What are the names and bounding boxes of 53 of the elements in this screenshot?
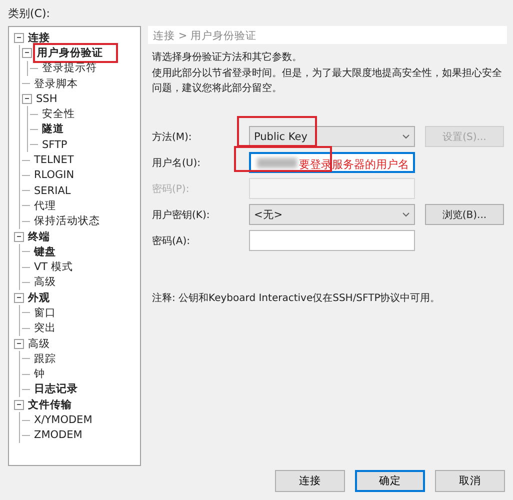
tree-item[interactable]: SSH xyxy=(36,92,58,105)
tree-item[interactable]: 高级 xyxy=(34,275,56,290)
tree-item[interactable]: 安全性 xyxy=(42,107,75,122)
tree-item[interactable]: X/YMODEM xyxy=(34,414,92,426)
dialog-button[interactable]: 确定 xyxy=(355,470,425,492)
tree-item[interactable]: 高级 xyxy=(28,336,50,351)
collapse-icon[interactable] xyxy=(22,94,32,104)
intro-text: 请选择身份验证方法和其它参数。 xyxy=(152,50,303,65)
tree-item[interactable]: RLOGIN xyxy=(34,169,74,182)
dialog-button[interactable]: 取消 xyxy=(435,470,505,492)
field-label: 用户密钥(K): xyxy=(152,208,211,222)
collapse-icon[interactable] xyxy=(14,400,24,410)
dropdown[interactable]: Public Key xyxy=(249,126,415,147)
tree-item[interactable]: 隧道 xyxy=(42,122,64,136)
side-button[interactable]: 浏览(B)... xyxy=(425,204,504,225)
tree-item[interactable]: 日志记录 xyxy=(34,382,78,396)
field-label: 密码(P): xyxy=(152,182,190,196)
collapse-icon[interactable] xyxy=(14,232,24,242)
tree-item[interactable]: 保持活动状态 xyxy=(34,214,100,228)
category-label: 类别(C): xyxy=(8,6,51,21)
chevron-down-icon xyxy=(402,134,410,139)
tree-item[interactable]: 用户身份验证 xyxy=(36,46,115,60)
field-label: 密码(A): xyxy=(152,234,192,248)
collapse-icon[interactable] xyxy=(14,292,24,303)
collapse-icon[interactable] xyxy=(14,338,24,349)
tree-item[interactable]: 登录脚本 xyxy=(34,76,78,91)
tree-item[interactable]: 登录提示符 xyxy=(42,61,97,76)
collapse-icon[interactable] xyxy=(14,32,24,43)
tree-item[interactable]: ZMODEM xyxy=(34,429,82,442)
tree-item[interactable]: 突出 xyxy=(34,321,56,336)
tree-item[interactable]: 钟 xyxy=(34,367,45,382)
tree-item[interactable]: 外观 xyxy=(28,290,50,305)
dropdown[interactable]: <无> xyxy=(249,204,415,225)
input-field[interactable] xyxy=(249,230,415,251)
tree-item[interactable]: TELNET xyxy=(34,154,74,166)
collapse-icon[interactable] xyxy=(22,48,32,58)
tree-item[interactable]: VT 模式 xyxy=(34,260,73,274)
dialog-button[interactable]: 连接 xyxy=(275,470,345,492)
breadcrumb: 连接 > 用户身份验证 xyxy=(148,26,507,44)
tree-item[interactable]: 文件传输 xyxy=(28,398,72,412)
tree-item[interactable]: 终端 xyxy=(28,230,50,244)
tree-item[interactable]: 代理 xyxy=(34,198,56,213)
field-label: 用户名(U): xyxy=(152,156,202,170)
field-label: 方法(M): xyxy=(152,130,193,144)
tree-item[interactable]: SERIAL xyxy=(34,184,71,197)
chevron-down-icon xyxy=(402,212,410,217)
tree-item[interactable]: 连接 xyxy=(28,30,50,45)
tree-item[interactable]: 跟踪 xyxy=(34,352,56,366)
note-text: 注释: 公钥和Keyboard Interactive仅在SSH/SFTP协议中可用。 xyxy=(152,292,442,305)
tree-item[interactable]: 键盘 xyxy=(34,244,56,259)
tree-item[interactable]: 窗口 xyxy=(34,306,56,320)
description-text: 使用此部分以节省登录时间。但是，为了最大限度地提高安全性，如果担心安全问题，建议您将此部分留空。 xyxy=(152,66,503,96)
tree-item[interactable]: SFTP xyxy=(42,138,68,151)
